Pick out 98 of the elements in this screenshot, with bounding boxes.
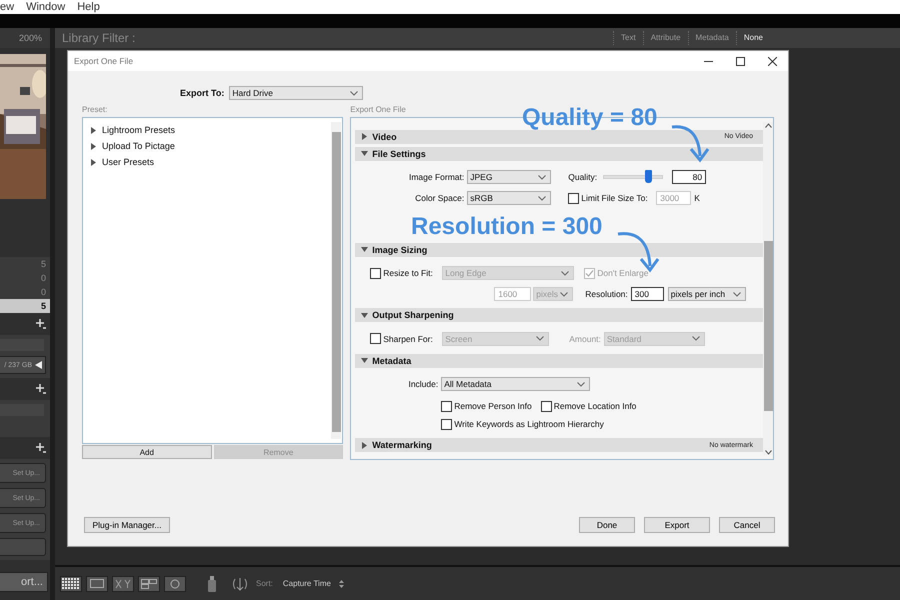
dialog-button[interactable]: Cancel	[719, 517, 775, 533]
compare-view-button[interactable]	[112, 576, 134, 592]
chevron-icon	[536, 336, 544, 342]
circle-icon	[170, 578, 180, 588]
checkbox[interactable]	[584, 268, 596, 279]
field-label: Amount:	[569, 334, 602, 344]
rectangle-icon	[90, 579, 104, 588]
dropdown[interactable]: sRGB	[467, 191, 552, 206]
side-panel-button[interactable]: ort...	[0, 572, 48, 592]
checkbox-label: Sharpen For:	[383, 334, 434, 344]
people-view-button[interactable]	[164, 576, 186, 592]
chevron-icon	[692, 336, 700, 342]
collapse-triangle-icon[interactable]	[361, 150, 368, 158]
dialog-button[interactable]: Export	[644, 517, 710, 533]
field-label: Export To:	[180, 88, 224, 98]
filter-title: Library Filter :	[62, 31, 136, 45]
chevron-icon	[538, 174, 546, 180]
checkbox-label: Resize to Fit:	[383, 268, 434, 278]
scrollbar[interactable]	[763, 122, 773, 455]
scrollbar[interactable]	[331, 122, 342, 439]
unit-label: K	[693, 193, 701, 204]
checkbox[interactable]	[441, 400, 452, 412]
dropdown[interactable]: All Metadata	[441, 377, 590, 392]
checkbox-label: Write Keywords as Lightroom Hierarchy	[454, 419, 605, 430]
slider-thumb[interactable]	[645, 170, 652, 184]
curved-arrow	[670, 122, 712, 164]
checkbox-label: Don't Enlarge	[597, 268, 650, 278]
filter-tab[interactable]: Text	[613, 31, 643, 45]
plugin-manager-button[interactable]: Plug-in Manager...	[84, 517, 170, 533]
menu-item[interactable]: ew	[0, 0, 14, 14]
triangle-icon	[35, 361, 42, 369]
sort-icon[interactable]	[232, 576, 248, 590]
sort-dropdown[interactable]: Capture Time	[282, 579, 331, 588]
expand-triangle-icon[interactable]	[361, 442, 368, 449]
tree-item[interactable]: Upload To Pictage	[102, 141, 175, 151]
add-icon[interactable]	[36, 443, 46, 453]
chevron-icon	[732, 292, 741, 297]
grid-view-button[interactable]	[60, 576, 82, 592]
add-icon[interactable]	[36, 384, 46, 394]
preset-button[interactable]: Add	[82, 445, 212, 459]
section-header[interactable]: Output Sharpening	[355, 308, 763, 322]
tree-item[interactable]: User Presets	[102, 157, 154, 167]
section-header[interactable]: Image Sizing	[355, 242, 763, 257]
annotation-text: Quality = 80	[522, 106, 658, 130]
expand-triangle-icon[interactable]	[90, 126, 97, 134]
field-label: Image Format:	[408, 172, 466, 182]
checkbox[interactable]	[370, 333, 382, 344]
checkbox-label: Limit File Size To:	[581, 193, 649, 204]
dropdown[interactable]: pixels per inch	[668, 287, 746, 302]
menu-item[interactable]: Window	[26, 0, 66, 14]
expand-triangle-icon[interactable]	[90, 158, 97, 166]
window-title: Export One File	[74, 56, 134, 66]
spray-can-icon[interactable]	[208, 576, 216, 592]
checkbox[interactable]	[540, 400, 552, 412]
dialog-button[interactable]: Done	[579, 517, 635, 533]
collapse-triangle-icon[interactable]	[361, 312, 368, 319]
section-header[interactable]: Metadata	[355, 354, 763, 368]
sort-label: Sort:	[256, 579, 273, 588]
maximize-icon	[736, 56, 744, 66]
field-label: Include:	[407, 379, 440, 390]
count-row[interactable]: 5	[0, 299, 50, 313]
scroll-up-icon[interactable]	[764, 123, 772, 128]
expand-triangle-icon[interactable]	[361, 133, 368, 140]
filter-tab[interactable]: Attribute	[642, 31, 688, 45]
chevron-icon	[577, 382, 586, 387]
field-label: Color Space:	[414, 193, 466, 204]
dropdown[interactable]: JPEG	[467, 170, 552, 184]
checkbox-label: Remove Location Info	[554, 401, 638, 412]
loupe-view-button[interactable]	[86, 576, 108, 592]
panel-label: Export One File	[350, 104, 407, 115]
close-icon	[768, 56, 776, 66]
field-label: Resolution:	[585, 289, 629, 300]
expand-triangle-icon[interactable]	[90, 142, 97, 150]
checkbox[interactable]	[441, 418, 452, 430]
dropdown[interactable]: Hard Drive	[229, 86, 364, 100]
preset-label: Preset:	[82, 104, 108, 115]
field-label: Quality:	[568, 172, 598, 182]
input-field[interactable]: 300	[630, 287, 664, 302]
checkbox[interactable]	[568, 192, 580, 204]
filter-tab[interactable]: None	[736, 31, 770, 45]
chevron-icon	[560, 292, 568, 297]
survey-view-button[interactable]	[138, 576, 160, 592]
checkbox[interactable]	[370, 268, 382, 279]
tree-item[interactable]: Lightroom Presets	[102, 125, 176, 135]
up-down-icon	[338, 580, 344, 588]
section-header[interactable]: File Settings	[355, 146, 763, 161]
input-field[interactable]: 80	[672, 170, 706, 184]
collapse-triangle-icon[interactable]	[361, 246, 368, 254]
add-icon[interactable]	[36, 319, 46, 329]
filter-tab[interactable]: Metadata	[688, 31, 736, 45]
chevron-icon	[538, 196, 546, 201]
chevron-icon	[561, 270, 570, 276]
chevron-icon	[350, 90, 358, 96]
collapse-triangle-icon[interactable]	[361, 357, 368, 364]
checkbox-label: Remove Person Info	[454, 401, 533, 412]
menu-item[interactable]: Help	[77, 0, 100, 14]
annotation-text: Resolution = 300	[411, 215, 602, 239]
scroll-down-icon[interactable]	[764, 450, 772, 455]
